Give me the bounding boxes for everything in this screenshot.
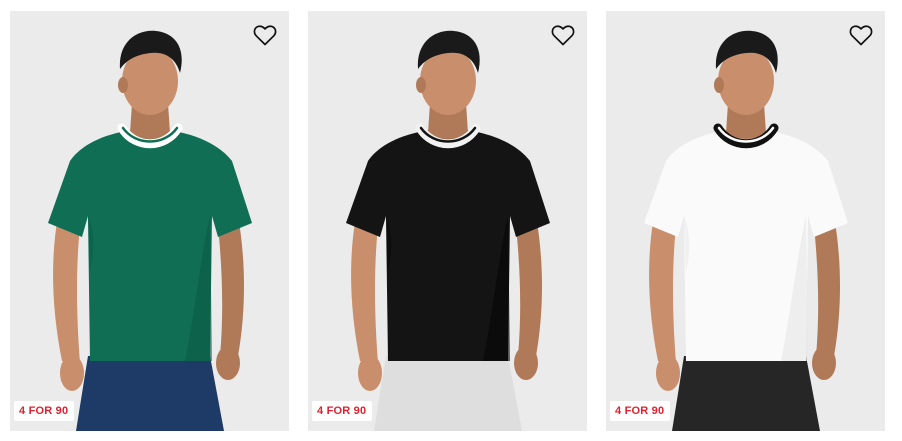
model-pants [374, 356, 522, 431]
product-card[interactable]: 4 FOR 90 [606, 11, 885, 431]
product-image[interactable] [10, 11, 289, 431]
product-grid: 4 FOR 90 4 FOR 90 4 FOR 90 [0, 0, 902, 441]
promo-badge: 4 FOR 90 [312, 401, 373, 421]
wishlist-heart-icon[interactable] [550, 23, 576, 47]
model-head [416, 30, 480, 115]
model-head [118, 30, 182, 115]
promo-badge: 4 FOR 90 [14, 401, 75, 421]
promo-badge: 4 FOR 90 [610, 401, 671, 421]
product-image[interactable] [606, 11, 885, 431]
model-pants [76, 356, 224, 431]
product-card[interactable]: 4 FOR 90 [308, 11, 587, 431]
model-head [714, 30, 778, 115]
product-image[interactable] [308, 11, 587, 431]
product-card[interactable]: 4 FOR 90 [10, 11, 289, 431]
wishlist-heart-icon[interactable] [252, 23, 278, 47]
model-pants [672, 356, 820, 431]
wishlist-heart-icon[interactable] [848, 23, 874, 47]
